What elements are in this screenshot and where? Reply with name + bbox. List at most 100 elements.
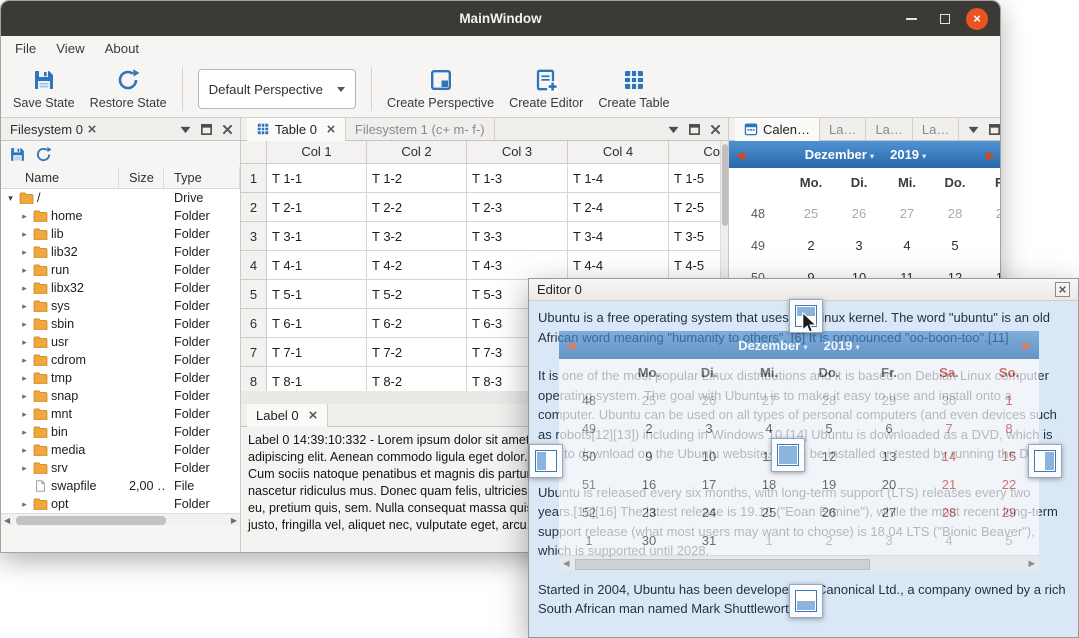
tab-label-2[interactable]: La… xyxy=(866,118,912,141)
preview-horizontal-scrollbar[interactable]: ◀ ▶ xyxy=(559,555,1039,571)
tree-row[interactable]: ▸sysFolder xyxy=(1,297,240,315)
tab-filesystem-1[interactable]: Filesystem 1 (c+ m- f-) xyxy=(346,118,495,141)
table-cell[interactable]: T 5-2 xyxy=(367,280,467,309)
calendar-day[interactable]: 25 xyxy=(739,499,799,527)
row-header[interactable]: 8 xyxy=(241,367,267,391)
perspective-combobox[interactable]: Default Perspective xyxy=(198,69,356,109)
create-editor-button[interactable]: Create Editor xyxy=(509,68,583,110)
table-cell[interactable]: T 3-4 xyxy=(568,222,669,251)
column-header[interactable]: Col 2 xyxy=(367,141,467,164)
calendar-next-icon[interactable]: ▶ xyxy=(986,148,995,162)
tree-expand-icon[interactable]: ▸ xyxy=(19,423,30,441)
table-cell[interactable]: T 2-3 xyxy=(467,193,568,222)
tree-expand-icon[interactable]: ▸ xyxy=(19,207,30,225)
scroll-right-icon[interactable]: ▶ xyxy=(1028,558,1035,569)
table-cell[interactable]: T 2-2 xyxy=(367,193,467,222)
calendar-year-button[interactable]: 2019▾ xyxy=(824,338,860,353)
tab-calendar[interactable]: Calen… xyxy=(735,118,820,141)
table-cell[interactable]: T 2-4 xyxy=(568,193,669,222)
tree-row[interactable]: ▾/Drive xyxy=(1,189,240,207)
calendar-day[interactable]: 26 xyxy=(835,198,883,230)
calendar-day[interactable]: 12 xyxy=(799,443,859,471)
calendar-day[interactable]: 3 xyxy=(859,527,919,555)
table-cell[interactable]: T 7-1 xyxy=(267,338,367,367)
row-header[interactable]: 3 xyxy=(241,222,267,251)
tree-expand-icon[interactable]: ▸ xyxy=(19,261,30,279)
calendar-day[interactable]: 3 xyxy=(679,415,739,443)
titlebar[interactable]: MainWindow × xyxy=(1,1,1000,36)
calendar-day[interactable]: 17 xyxy=(679,471,739,499)
column-header[interactable]: Col 1 xyxy=(267,141,367,164)
scroll-left-icon[interactable]: ◀ xyxy=(563,558,570,569)
calendar-day[interactable]: 27 xyxy=(859,499,919,527)
row-header[interactable]: 2 xyxy=(241,193,267,222)
scroll-right-icon[interactable]: ▶ xyxy=(231,516,237,525)
calendar-day[interactable]: 28 xyxy=(799,387,859,415)
calendar-day[interactable]: 30 xyxy=(619,527,679,555)
close-window-button[interactable]: × xyxy=(960,1,994,36)
save-state-button[interactable]: Save State xyxy=(13,68,75,110)
calendar-day[interactable]: 4 xyxy=(883,230,931,262)
close-dock-button[interactable] xyxy=(709,123,722,136)
horizontal-scrollbar[interactable]: ◀ ▶ xyxy=(1,513,240,526)
column-header[interactable]: Col 4 xyxy=(568,141,669,164)
tree-row[interactable]: swapfile2,00 …File xyxy=(1,477,240,495)
table-cell[interactable]: T 3-1 xyxy=(267,222,367,251)
editor-titlebar[interactable]: Editor 0 xyxy=(529,279,1078,301)
column-header-type[interactable]: Type xyxy=(164,167,240,188)
menu-item-view[interactable]: View xyxy=(46,38,94,59)
calendar-day[interactable]: 30 xyxy=(919,387,979,415)
calendar-day[interactable]: 28 xyxy=(931,198,979,230)
tree-row[interactable]: ▸binFolder xyxy=(1,423,240,441)
column-header-name[interactable]: Name xyxy=(1,167,119,188)
close-tab-icon[interactable] xyxy=(326,124,336,134)
calendar-day[interactable]: 29 xyxy=(979,499,1039,527)
calendar-day[interactable]: 9 xyxy=(619,443,679,471)
create-perspective-button[interactable]: Create Perspective xyxy=(387,68,494,110)
tree-row[interactable]: ▸tmpFolder xyxy=(1,369,240,387)
calendar-day[interactable]: 4 xyxy=(919,527,979,555)
tab-menu-button[interactable] xyxy=(179,123,192,136)
menu-item-file[interactable]: File xyxy=(5,38,46,59)
calendar-day[interactable]: 5 xyxy=(931,230,979,262)
tree-expand-icon[interactable]: ▸ xyxy=(19,369,30,387)
table-cell[interactable]: T 2-1 xyxy=(267,193,367,222)
calendar-day[interactable]: 6 xyxy=(979,230,1001,262)
tree-expand-icon[interactable]: ▸ xyxy=(19,297,30,315)
calendar-month-button[interactable]: Dezember▾ xyxy=(805,147,874,162)
restore-state-button[interactable]: Restore State xyxy=(90,68,167,110)
calendar-day[interactable]: 28 xyxy=(919,499,979,527)
table-cell[interactable]: T 4-4 xyxy=(568,251,669,280)
column-header[interactable]: Col 3 xyxy=(467,141,568,164)
calendar-day[interactable]: 20 xyxy=(859,471,919,499)
calendar-month-button[interactable]: Dezember▾ xyxy=(738,338,807,353)
calendar-day[interactable]: 25 xyxy=(619,387,679,415)
table-cell[interactable]: T 4-2 xyxy=(367,251,467,280)
calendar-day[interactable]: 10 xyxy=(679,443,739,471)
calendar-day[interactable]: 19 xyxy=(799,471,859,499)
tree-row[interactable]: ▸mntFolder xyxy=(1,405,240,423)
drop-indicator-left[interactable] xyxy=(529,444,563,478)
tree-row[interactable]: ▸libFolder xyxy=(1,225,240,243)
row-header[interactable]: 6 xyxy=(241,309,267,338)
tab-menu-button[interactable] xyxy=(667,123,680,136)
tree-row[interactable]: ▸mediaFolder xyxy=(1,441,240,459)
close-dock-button[interactable] xyxy=(221,123,234,136)
tree-row[interactable]: ▸srvFolder xyxy=(1,459,240,477)
minimize-button[interactable] xyxy=(894,1,928,36)
calendar-day[interactable]: 1 xyxy=(979,387,1039,415)
calendar-day[interactable]: 1 xyxy=(739,527,799,555)
calendar-day[interactable]: 16 xyxy=(619,471,679,499)
create-table-button[interactable]: Create Table xyxy=(598,68,669,110)
row-header[interactable]: 7 xyxy=(241,338,267,367)
tree-expand-icon[interactable]: ▸ xyxy=(19,243,30,261)
table-cell[interactable]: T 6-2 xyxy=(367,309,467,338)
calendar-day[interactable]: 2 xyxy=(799,527,859,555)
calendar-day[interactable]: 14 xyxy=(919,443,979,471)
drop-indicator-center[interactable] xyxy=(771,438,805,472)
tab-label-1[interactable]: La… xyxy=(820,118,866,141)
float-dock-button[interactable] xyxy=(688,123,701,136)
table-cell[interactable]: T 3-3 xyxy=(467,222,568,251)
tree-expand-icon[interactable]: ▸ xyxy=(19,459,30,477)
table-cell[interactable]: T 1-4 xyxy=(568,164,669,193)
